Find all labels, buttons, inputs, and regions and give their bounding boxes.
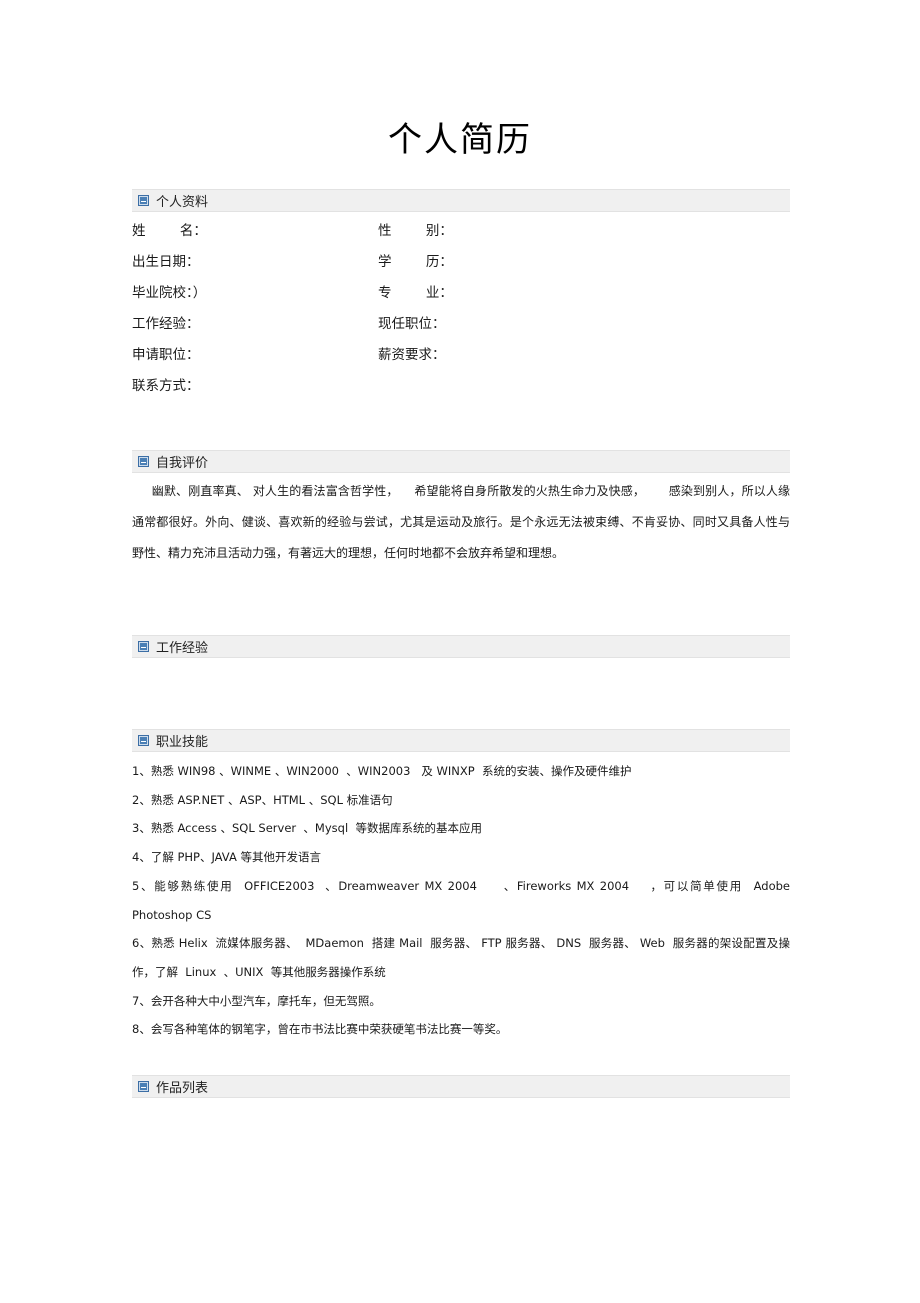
field-school-label: 毕业院校：）: [132, 285, 207, 301]
skill-item: 4、了解 PHP、JAVA 等其他开发语言: [132, 850, 321, 865]
field-contact-label: 联系方式：: [132, 378, 200, 394]
field-name-label: 姓 名：: [132, 223, 207, 239]
field-major-label: 专 业：: [378, 285, 453, 301]
info-row: 姓 名： 性 别：: [132, 219, 790, 250]
section-label-self-evaluation: 自我评价: [156, 456, 209, 471]
broken-image-icon: [138, 641, 149, 652]
field-work-experience-label: 工作经验：: [132, 316, 200, 332]
skill-item: 5、能够熟练使用 OFFICE2003 、Dreamweaver MX 2004…: [132, 878, 794, 922]
section-header-personal-info: 个人资料: [132, 189, 790, 212]
info-row: 出生日期： 学 历：: [132, 250, 790, 281]
field-current-position-label: 现任职位：: [378, 316, 446, 332]
field-education-label: 学 历：: [378, 254, 453, 270]
section-header-portfolio: 作品列表: [132, 1075, 790, 1098]
section-label-personal-info: 个人资料: [156, 195, 209, 210]
self-evaluation-body: 幽默、刚直率真、 对人生的看法富含哲学性， 希望能将自身所散发的火热生命力及快感…: [132, 476, 790, 569]
field-gender-label: 性 别：: [378, 223, 453, 239]
skill-item: 2、熟悉 ASP.NET 、ASP、HTML 、SQL 标准语句: [132, 792, 393, 807]
broken-image-icon: [138, 735, 149, 746]
section-header-professional-skills: 职业技能: [132, 729, 790, 752]
skill-item: 8、会写各种笔体的钢笔字，曾在市书法比赛中荣获硬笔书法比赛一等奖。: [132, 1022, 508, 1037]
skill-item: 1、熟悉 WIN98 、WINME 、WIN2000 、WIN2003 及 WI…: [132, 764, 632, 778]
section-header-self-evaluation: 自我评价: [132, 450, 790, 473]
info-row: 申请职位： 薪资要求：: [132, 343, 790, 374]
skill-item: 6、熟悉 Helix 流媒体服务器、 MDaemon 搭建 Mail 服务器、 …: [132, 936, 790, 979]
section-header-work-experience: 工作经验: [132, 635, 790, 658]
professional-skills-list: 1、熟悉 WIN98 、WINME 、WIN2000 、WIN2003 及 WI…: [132, 757, 790, 1044]
skill-item: 3、熟悉 Access 、SQL Server 、Mysql 等数据库系统的基本…: [132, 821, 482, 836]
field-birthdate-label: 出生日期：: [132, 254, 200, 270]
field-applied-position-label: 申请职位：: [132, 347, 200, 363]
personal-info-grid: 姓 名： 性 别： 出生日期： 学 历： 毕业院校：） 专 业： 工作经验： 现…: [132, 219, 790, 405]
info-row: 联系方式：: [132, 374, 790, 405]
info-row: 工作经验： 现任职位：: [132, 312, 790, 343]
section-label-portfolio: 作品列表: [156, 1081, 209, 1096]
broken-image-icon: [138, 456, 149, 467]
portfolio-body: [132, 1100, 790, 1280]
page-title: 个人简历: [388, 120, 532, 160]
broken-image-icon: [138, 1081, 149, 1092]
section-label-work-experience: 工作经验: [156, 641, 209, 656]
self-evaluation-paragraph: 幽默、刚直率真、 对人生的看法富含哲学性， 希望能将自身所散发的火热生命力及快感…: [132, 484, 790, 560]
field-salary-expectation-label: 薪资要求：: [378, 347, 446, 363]
info-row: 毕业院校：） 专 业：: [132, 281, 790, 312]
broken-image-icon: [138, 195, 149, 206]
skill-item: 7、会开各种大中小型汽车，摩托车，但无驾照。: [132, 993, 381, 1008]
section-label-professional-skills: 职业技能: [156, 735, 209, 750]
resume-page: 个人简历 个人资料 姓 名： 性 别： 出生日期： 学 历： 毕业院校：） 专 …: [0, 0, 920, 1303]
work-experience-body: [132, 662, 790, 727]
